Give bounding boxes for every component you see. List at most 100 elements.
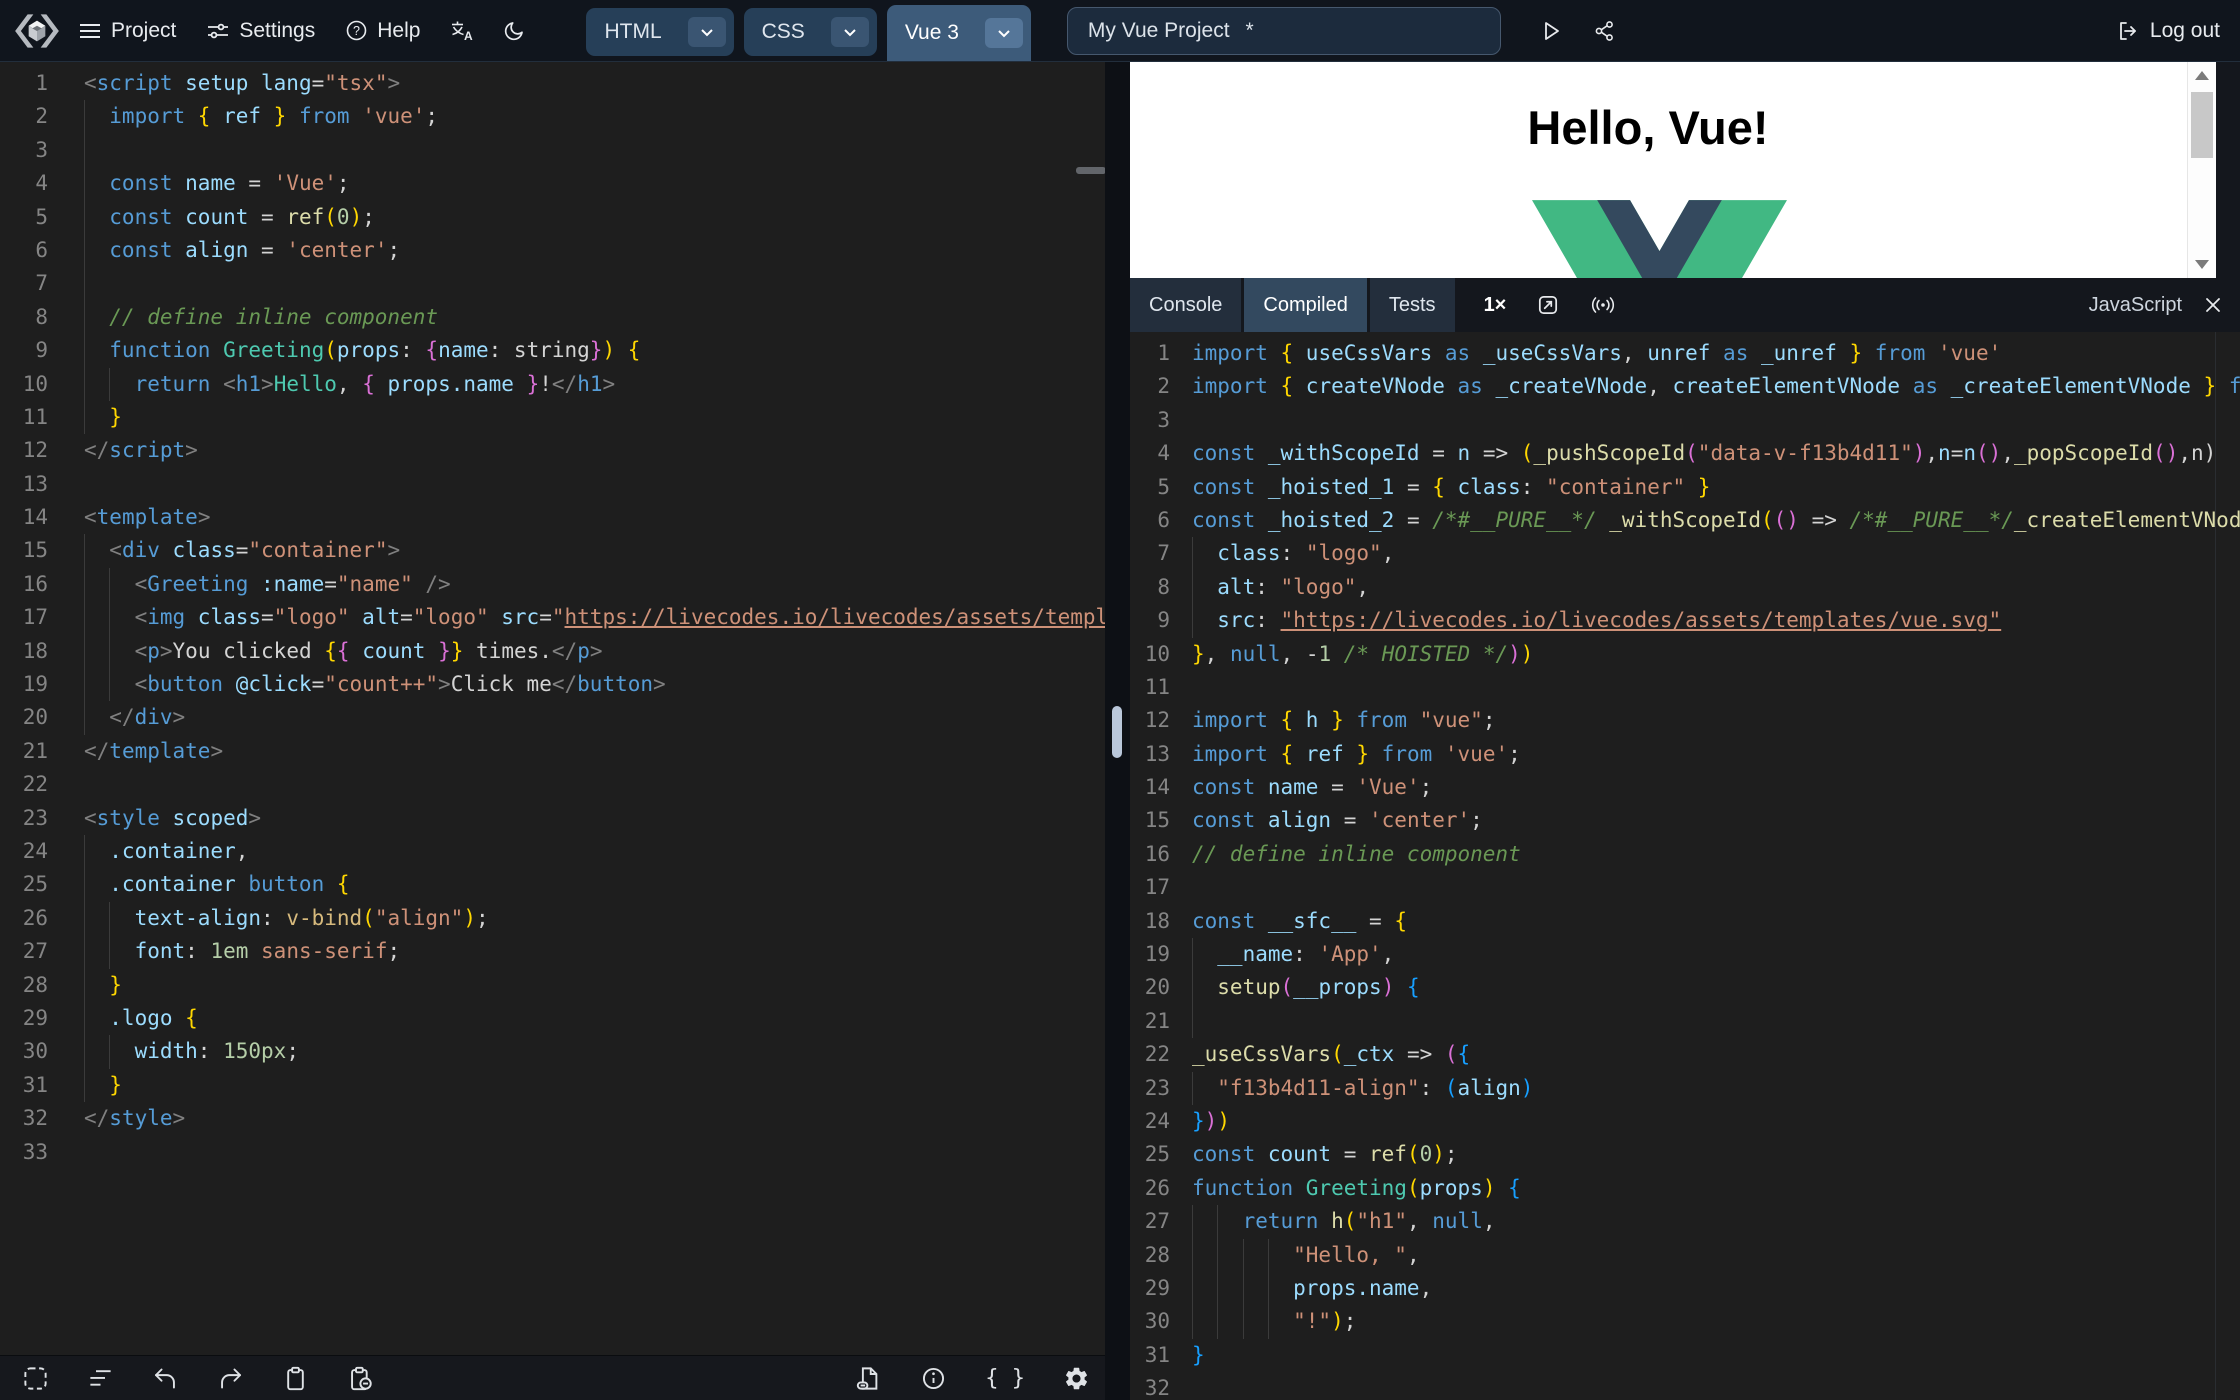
preview-scrollbar-thumb[interactable] xyxy=(2191,92,2213,158)
logout-icon xyxy=(2116,19,2140,43)
code-line: 28 } xyxy=(0,968,1105,1002)
result-pane: Hello, Vue! Console Compiled Tests 1× Ja… xyxy=(1130,62,2240,1400)
code-line-content: .container, xyxy=(84,834,248,869)
code-line-content: return h("h1", null, xyxy=(1192,1205,1496,1239)
line-number: 20 xyxy=(22,705,48,730)
redo-icon[interactable] xyxy=(217,1365,244,1392)
svg-text:?: ? xyxy=(353,24,360,38)
external-resources-icon[interactable] xyxy=(855,1365,882,1392)
line-number: 30 xyxy=(1144,1309,1170,1334)
indent-guide xyxy=(84,100,85,134)
code-line-content: function Greeting(props) { xyxy=(1192,1175,1521,1200)
format-code-icon[interactable] xyxy=(87,1365,114,1392)
livecodes-logo[interactable] xyxy=(12,11,62,51)
line-number: 18 xyxy=(1144,908,1170,933)
tab-css-label: CSS xyxy=(761,20,805,43)
line-number: 6 xyxy=(1157,507,1170,532)
tab-tests[interactable]: Tests xyxy=(1369,278,1455,332)
chevron-down-icon[interactable] xyxy=(984,18,1023,48)
line-number: 31 xyxy=(22,1072,48,1097)
copy-as-data-url-icon[interactable] xyxy=(347,1365,374,1392)
broadcast-icon[interactable] xyxy=(1590,293,1616,317)
custom-settings-icon[interactable]: { } xyxy=(985,1366,1025,1391)
translate-button[interactable]: A xyxy=(450,19,476,43)
code-line-content: const align = 'center'; xyxy=(1192,808,1483,833)
info-icon[interactable] xyxy=(920,1365,947,1392)
project-title-input[interactable]: My Vue Project * xyxy=(1066,6,1501,55)
indent-guide xyxy=(1192,537,1193,571)
undo-icon[interactable] xyxy=(152,1365,179,1392)
project-menu-label: Project xyxy=(111,18,177,42)
project-menu-button[interactable]: Project xyxy=(78,19,176,43)
code-line: 2 import { ref } from 'vue'; xyxy=(0,100,1105,134)
chevron-down-icon[interactable] xyxy=(687,17,726,47)
settings-menu-button[interactable]: Settings xyxy=(206,19,315,43)
help-menu-button[interactable]: ? Help xyxy=(345,19,420,43)
code-line: 4 const _withScopeId = n => (_pushScopeId… xyxy=(1130,437,2240,470)
editor-pane: 1 <script setup lang="tsx"> 2 import { ref… xyxy=(0,62,1105,1400)
playback-speed-button[interactable]: 1× xyxy=(1484,294,1507,317)
editor-scrollbar-thumb[interactable] xyxy=(1076,167,1105,174)
line-number: 14 xyxy=(22,505,48,530)
line-number: 27 xyxy=(1144,1209,1170,1234)
line-number: 27 xyxy=(22,939,48,964)
code-line-content: .logo { xyxy=(84,1001,198,1036)
code-line-content: import { useCssVars as _useCssVars, unre… xyxy=(1192,341,2002,365)
code-editor[interactable]: 1 <script setup lang="tsx"> 2 import { ref… xyxy=(0,62,1105,1169)
logout-button[interactable]: Log out xyxy=(2116,19,2220,43)
code-line-content: width: 150px; xyxy=(84,1035,299,1069)
theme-toggle-button[interactable] xyxy=(502,19,526,43)
preview-row: Hello, Vue! xyxy=(1130,62,2240,278)
preview-gap xyxy=(2216,62,2240,278)
scroll-down-arrow[interactable] xyxy=(2195,260,2209,269)
preview-heading: Hello, Vue! xyxy=(1527,101,1769,154)
code-line: 19 <button @click="count++">Click me</bu… xyxy=(0,668,1105,702)
copy-code-icon[interactable] xyxy=(282,1365,309,1392)
code-line: 2 import { createVNode as _createVNode, c… xyxy=(1130,370,2240,403)
line-number: 30 xyxy=(22,1039,48,1064)
code-line: 14 const name = 'Vue'; xyxy=(1130,771,2240,804)
indent-guide xyxy=(84,601,85,635)
tab-html[interactable]: HTML xyxy=(586,8,734,56)
indent-guide xyxy=(109,567,111,602)
code-line-content: })) xyxy=(1192,1108,1230,1133)
line-number: 12 xyxy=(22,438,48,463)
tab-compiled-label: Compiled xyxy=(1263,293,1348,316)
indent-guide xyxy=(1192,971,1193,1005)
code-line: 17 xyxy=(1130,871,2240,904)
code-line: 30 "!"); xyxy=(1130,1305,2240,1339)
open-in-new-window-icon[interactable] xyxy=(1536,293,1560,317)
code-line-content: <img class="logo" alt="logo" src="https:… xyxy=(84,601,1105,635)
indent-guide xyxy=(84,300,85,335)
indent-guide xyxy=(109,367,111,401)
line-number: 14 xyxy=(1144,775,1170,800)
compiled-code-viewer[interactable]: 1 import { useCssVars as _useCssVars, unr… xyxy=(1130,332,2240,1400)
preview-scrollbar[interactable] xyxy=(2187,62,2216,278)
close-icon[interactable] xyxy=(2202,294,2224,316)
code-line-content: } xyxy=(84,1068,122,1103)
run-button[interactable] xyxy=(1539,19,1563,43)
tab-vue3[interactable]: Vue 3 xyxy=(886,5,1031,61)
tab-compiled[interactable]: Compiled xyxy=(1244,278,1367,332)
line-number: 15 xyxy=(22,538,48,563)
chevron-down-icon[interactable] xyxy=(830,17,869,47)
scroll-up-arrow[interactable] xyxy=(2195,71,2209,80)
line-number: 5 xyxy=(1157,474,1170,499)
code-line: 12 </script> xyxy=(0,434,1105,467)
share-button[interactable] xyxy=(1593,19,1617,43)
gear-icon[interactable] xyxy=(1063,1365,1090,1392)
divider-drag-handle[interactable] xyxy=(1112,706,1122,758)
tab-css[interactable]: CSS xyxy=(743,8,877,56)
indent-guide xyxy=(84,534,85,568)
translate-icon: A xyxy=(450,19,476,43)
select-region-icon[interactable] xyxy=(22,1365,49,1392)
livecodes-app: { "header": { "menu_items": [ {"label":"… xyxy=(0,0,2240,1400)
code-line-content: text-align: v-bind("align"); xyxy=(84,901,489,936)
line-number: 21 xyxy=(22,738,48,763)
line-number: 9 xyxy=(1157,608,1170,633)
code-line-content: const name = 'Vue'; xyxy=(1192,775,1433,800)
indent-guide xyxy=(109,668,111,702)
tab-console[interactable]: Console xyxy=(1130,278,1242,332)
code-line-content: return <h1>Hello, { props.name }!</h1> xyxy=(84,367,615,401)
indent-guide xyxy=(84,935,85,969)
